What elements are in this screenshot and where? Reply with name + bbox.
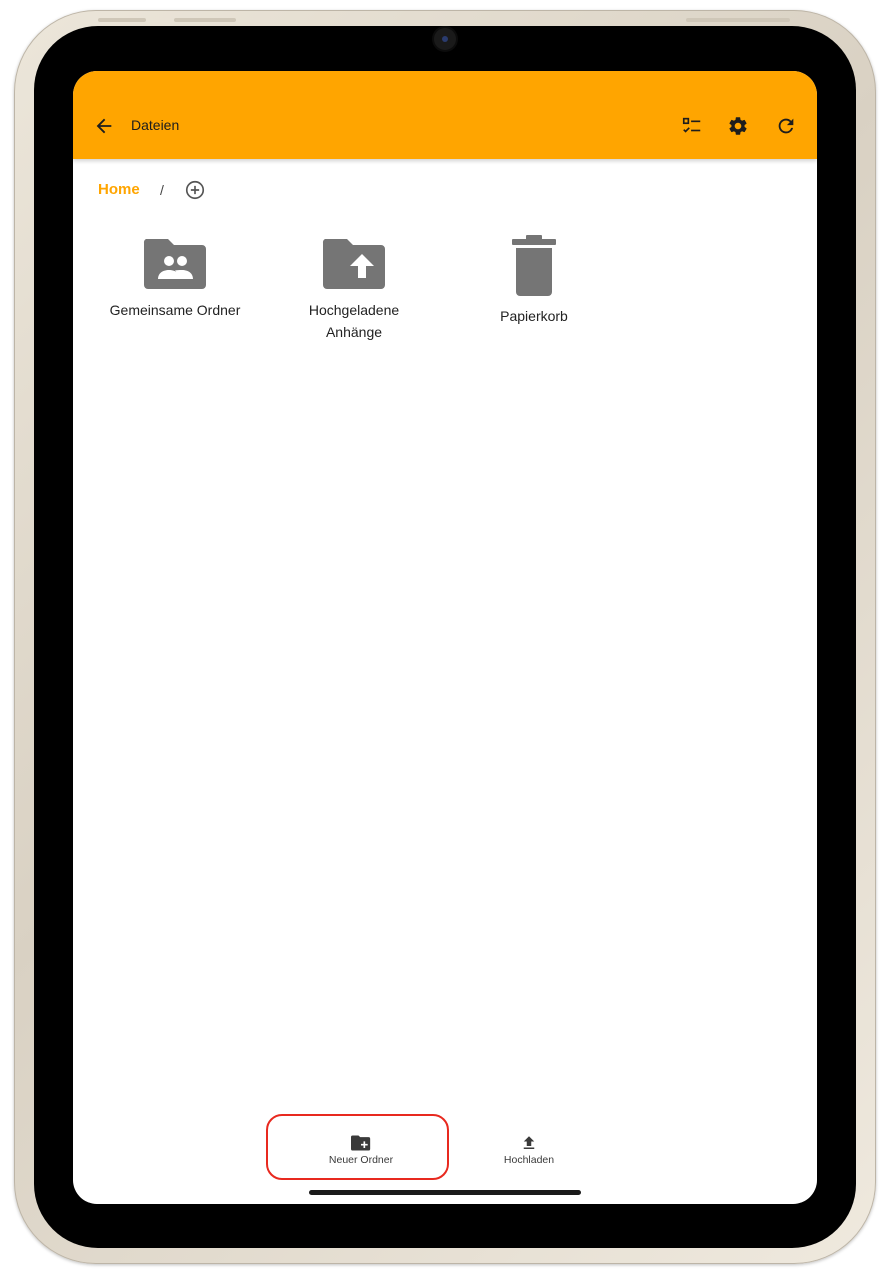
page-title: Dateien: [131, 117, 180, 133]
front-camera: [434, 28, 456, 50]
upload-folder-icon: [322, 239, 385, 289]
upload-label: Hochladen: [503, 1154, 555, 1166]
arrow-back-icon[interactable]: [93, 115, 115, 137]
app-bar: Dateien: [73, 71, 817, 159]
add-circle-icon[interactable]: [184, 179, 206, 201]
upload-button[interactable]: Hochladen: [459, 1134, 599, 1166]
breadcrumb-home[interactable]: Home: [98, 181, 140, 198]
folder-item-shared[interactable]: Gemeinsame Ordner: [90, 237, 260, 321]
trash-icon: [512, 235, 556, 296]
folder-label: Papierkorb: [500, 308, 568, 324]
shared-folder-icon: [143, 239, 206, 289]
folder-label: Gemeinsame Ordner: [109, 302, 241, 318]
highlight-box: [266, 1114, 449, 1180]
checklist-icon[interactable]: [681, 115, 703, 137]
volume-button: [98, 18, 146, 22]
gear-icon[interactable]: [727, 115, 749, 137]
refresh-icon[interactable]: [775, 115, 797, 137]
home-indicator: [309, 1190, 581, 1195]
breadcrumb-separator: /: [160, 182, 164, 198]
app-screen: Dateien Home / Gemeinsame Ordner Hochgel…: [73, 71, 817, 1204]
power-button: [686, 18, 790, 22]
folder-item-uploaded[interactable]: Hochgeladene Anhänge: [269, 237, 439, 343]
folder-label: Hochgeladene Anhänge: [308, 302, 400, 340]
volume-button: [174, 18, 236, 22]
upload-icon: [523, 1136, 535, 1149]
folder-item-trash[interactable]: Papierkorb: [449, 235, 619, 327]
